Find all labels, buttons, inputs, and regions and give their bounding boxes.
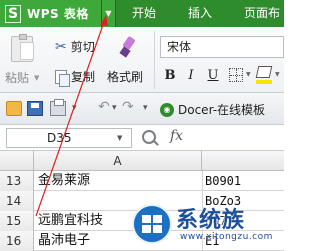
- row-header[interactable]: 14: [0, 191, 34, 211]
- more-arrow-icon[interactable]: ▾: [72, 103, 77, 113]
- bold-button[interactable]: B: [162, 65, 178, 85]
- clipboard-icon: [11, 34, 34, 62]
- column-header-a[interactable]: A: [34, 151, 202, 171]
- wps-logo-icon: S: [5, 4, 21, 23]
- undo-dropdown-arrow-icon[interactable]: ▾: [112, 103, 117, 113]
- wps-dropdown-arrow-icon[interactable]: ▼: [101, 0, 115, 27]
- open-folder-icon[interactable]: [6, 101, 22, 116]
- print-icon[interactable]: [50, 99, 66, 116]
- docer-label: Docer-在线模板: [178, 103, 266, 117]
- wps-menu-button[interactable]: S WPS 表格 ▼: [0, 0, 116, 27]
- copy-button[interactable]: 复制: [55, 68, 96, 87]
- font-name-select[interactable]: 宋体: [160, 36, 284, 58]
- save-icon[interactable]: [27, 101, 43, 116]
- customize-arrow-icon[interactable]: ▾: [143, 103, 148, 113]
- row-header[interactable]: 15: [0, 211, 34, 231]
- wps-menu-label: WPS 表格: [27, 7, 89, 21]
- cut-label: 剪切: [70, 40, 95, 54]
- format-painter-icon[interactable]: [118, 35, 136, 58]
- fill-dropdown-arrow-icon[interactable]: ▼: [275, 71, 280, 78]
- site-watermark: 系统族 www.xitongzu.com: [130, 200, 284, 251]
- copy-label: 复制: [71, 70, 96, 84]
- ribbon-toolbar: 粘贴 ▼ ✂ 剪切 复制 格式刷 宋体 B I U ▼ ▼: [0, 27, 284, 93]
- name-box-dropdown-arrow-icon[interactable]: ▼: [117, 134, 122, 142]
- scissors-icon: ✂: [55, 38, 67, 55]
- cut-button[interactable]: ✂ 剪切: [55, 38, 95, 55]
- copy-icon: [55, 69, 70, 87]
- redo-icon[interactable]: ↷: [122, 99, 134, 115]
- cell-b[interactable]: B0901: [205, 171, 241, 191]
- quick-access-toolbar: ▾ ↶ ▾ ↷ ▾ ◉ Docer-在线模板: [0, 93, 284, 125]
- insert-function-button[interactable]: fx: [170, 128, 183, 144]
- borders-icon[interactable]: [229, 68, 243, 82]
- title-bar: S WPS 表格 ▼ 开始 插入 页面布: [0, 0, 284, 27]
- cell-divider: [202, 171, 203, 191]
- borders-dropdown-arrow-icon[interactable]: ▼: [246, 71, 251, 78]
- select-all-corner[interactable]: [0, 151, 34, 171]
- name-box[interactable]: D35: [6, 128, 132, 148]
- paste-button[interactable]: 粘贴 ▼: [5, 32, 39, 88]
- ribbon-divider: [154, 31, 155, 89]
- paste-dropdown-arrow-icon[interactable]: ▼: [34, 74, 39, 82]
- undo-icon[interactable]: ↶: [98, 99, 110, 115]
- row-header[interactable]: 16: [0, 231, 34, 251]
- menu-tab-insert[interactable]: 插入: [188, 0, 212, 27]
- cell-a[interactable]: 晶沛电子: [38, 231, 90, 251]
- fill-color-icon[interactable]: [255, 66, 273, 78]
- format-painter-button[interactable]: 格式刷: [107, 68, 143, 85]
- docer-online-templates-button[interactable]: ◉ Docer-在线模板: [160, 101, 265, 118]
- menu-tab-page-layout[interactable]: 页面布: [244, 0, 280, 27]
- italic-button[interactable]: I: [183, 65, 199, 85]
- column-header-row: A: [0, 151, 284, 171]
- fill-color-swatch: [256, 80, 272, 84]
- formula-bar: D35 ▼ fx: [0, 125, 284, 151]
- watermark-url: www.xitongzu.com: [180, 232, 273, 242]
- row-header[interactable]: 13: [0, 171, 34, 191]
- cell-a[interactable]: 远鹏宜科技: [38, 211, 103, 231]
- windows-logo-icon: [132, 204, 172, 244]
- cell-a[interactable]: 金易莱源: [38, 171, 90, 191]
- menu-tab-home[interactable]: 开始: [132, 0, 156, 27]
- docer-icon: ◉: [160, 102, 174, 117]
- underline-button[interactable]: U: [205, 65, 221, 85]
- search-icon[interactable]: [142, 130, 156, 144]
- table-row: 13 金易莱源 B0901: [0, 171, 284, 191]
- watermark-title: 系统族: [176, 208, 246, 233]
